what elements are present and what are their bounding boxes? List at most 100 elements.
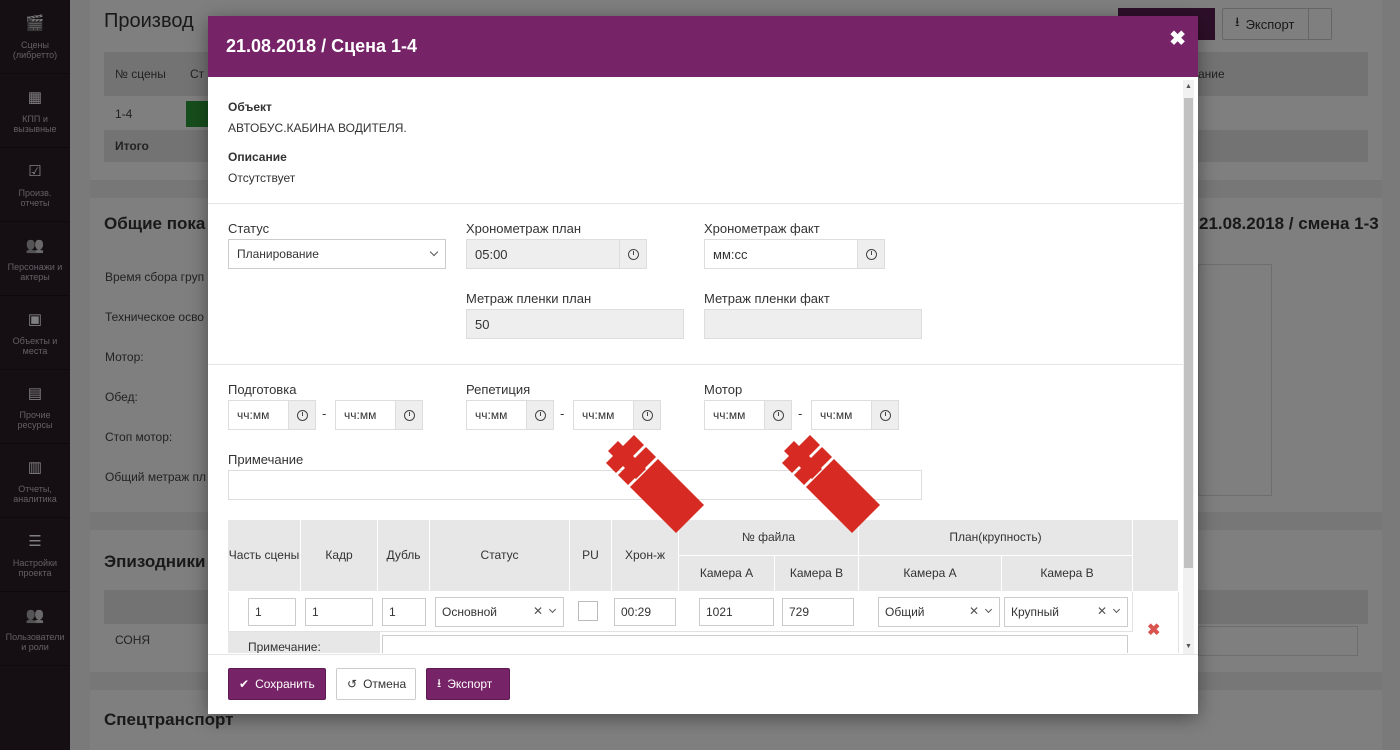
clock-icon[interactable] — [857, 240, 884, 268]
part-value: 1 — [255, 605, 262, 619]
time-placeholder: чч:мм — [713, 408, 746, 422]
timing-fact-label: Хронометраж факт — [704, 221, 820, 236]
film-fact-input[interactable] — [704, 309, 922, 339]
prep-end-input[interactable]: чч:мм — [335, 400, 423, 430]
row-note-label: Примечание: — [248, 640, 321, 653]
chevron-down-icon — [984, 605, 993, 614]
film-plan-value: 50 — [475, 316, 490, 332]
timing-fact-input[interactable]: мм:сс — [704, 239, 885, 269]
save-label: Сохранить — [255, 677, 315, 691]
object-label: Объект — [228, 100, 272, 114]
file-a-value: 1021 — [706, 605, 733, 619]
status-select[interactable]: Планирование — [228, 239, 446, 269]
export-label: Экспорт — [447, 677, 493, 691]
save-button[interactable]: ✔ Сохранить — [228, 668, 326, 700]
modal-header: 21.08.2018 / Сцена 1-4 ✖ — [208, 16, 1198, 77]
check-icon: ✔ — [239, 677, 250, 691]
th-plan-cam-a: Камера А — [859, 556, 1002, 592]
range-dash: - — [798, 406, 803, 421]
th-part: Часть сцены — [228, 520, 301, 592]
th-actions — [1133, 520, 1179, 592]
plan-b-value: Крупный — [1011, 605, 1059, 619]
timing-fact-placeholder: мм:сс — [713, 246, 748, 262]
th-take: Дубль — [378, 520, 430, 592]
chevron-down-icon — [429, 247, 439, 257]
clock-icon[interactable] — [871, 401, 898, 429]
time-placeholder: чч:мм — [582, 408, 615, 422]
undo-icon: ↺ — [347, 677, 358, 691]
scene-modal: 21.08.2018 / Сцена 1-4 ✖ Объект АВТОБУС.… — [208, 16, 1198, 714]
th-frame: Кадр — [301, 520, 378, 592]
scroll-up-icon[interactable]: ▲ — [1184, 82, 1193, 92]
file-b-value: 729 — [789, 605, 810, 619]
delete-row-icon[interactable]: ✖ — [1147, 620, 1160, 640]
chevron-down-icon — [548, 605, 557, 614]
clock-icon[interactable] — [395, 401, 422, 429]
th-file-cam-b: Камера В — [775, 556, 859, 592]
prep-label: Подготовка — [228, 382, 297, 397]
timing-plan-input[interactable]: 05:00 — [466, 239, 647, 269]
plan-b-select[interactable]: Крупный ✕ — [1004, 597, 1128, 627]
description-label: Описание — [228, 150, 287, 164]
download-icon: ⭳ — [437, 675, 442, 690]
part-input[interactable]: 1 — [248, 598, 296, 626]
row-status-select[interactable]: Основной ✕ — [435, 597, 564, 627]
motor-label: Мотор — [704, 382, 743, 397]
modal-scrollbar[interactable]: ▲ ▼ — [1183, 80, 1194, 654]
chron-input[interactable]: 00:29 — [614, 598, 676, 626]
frame-input[interactable]: 1 — [305, 598, 373, 626]
clear-icon[interactable]: ✕ — [969, 604, 979, 618]
clock-icon[interactable] — [764, 401, 791, 429]
th-file-cam-a: Камера А — [679, 556, 775, 592]
th-plan-size: План(крупность) — [859, 520, 1133, 556]
clock-icon[interactable] — [619, 240, 646, 268]
film-fact-label: Метраж пленки факт — [704, 291, 830, 306]
row-status-value: Основной — [442, 605, 498, 619]
plan-a-select[interactable]: Общий ✕ — [878, 597, 1000, 627]
modal-body: Объект АВТОБУС.КАБИНА ВОДИТЕЛЯ. Описание… — [208, 77, 1198, 653]
motor-start-input[interactable]: чч:мм — [704, 400, 792, 430]
time-placeholder: чч:мм — [237, 408, 270, 422]
timing-plan-value: 05:00 — [475, 246, 508, 262]
film-plan-input[interactable]: 50 — [466, 309, 684, 339]
scroll-thumb[interactable] — [1184, 98, 1193, 568]
arrow-annotation-chron — [606, 435, 704, 533]
rehearsal-end-input[interactable]: чч:мм — [573, 400, 661, 430]
object-value: АВТОБУС.КАБИНА ВОДИТЕЛЯ. — [228, 121, 407, 135]
time-placeholder: чч:мм — [344, 408, 377, 422]
clock-icon[interactable] — [526, 401, 553, 429]
prep-start-input[interactable]: чч:мм — [228, 400, 316, 430]
clock-icon[interactable] — [633, 401, 660, 429]
status-value: Планирование — [237, 247, 319, 261]
chevron-down-icon — [1112, 605, 1121, 614]
plan-a-value: Общий — [885, 605, 925, 619]
clear-icon[interactable]: ✕ — [1097, 604, 1107, 618]
cancel-button[interactable]: ↺ Отмена — [336, 668, 416, 700]
motor-end-input[interactable]: чч:мм — [811, 400, 899, 430]
modal-title: 21.08.2018 / Сцена 1-4 — [226, 36, 418, 56]
rehearsal-label: Репетиция — [466, 382, 531, 397]
frame-value: 1 — [312, 605, 319, 619]
pu-checkbox[interactable] — [578, 601, 598, 621]
modal-footer: ✔ Сохранить ↺ Отмена ⭳ Экспорт — [208, 654, 1198, 714]
th-plan-cam-b: Камера В — [1002, 556, 1133, 592]
status-label: Статус — [228, 221, 270, 236]
cancel-label: Отмена — [363, 677, 407, 691]
clear-icon[interactable]: ✕ — [533, 604, 543, 618]
timing-plan-label: Хронометраж план — [466, 221, 582, 236]
take-value: 1 — [389, 605, 396, 619]
clock-icon[interactable] — [288, 401, 315, 429]
close-icon[interactable]: ✖ — [1169, 26, 1186, 51]
scroll-down-icon[interactable]: ▼ — [1184, 642, 1193, 652]
rehearsal-start-input[interactable]: чч:мм — [466, 400, 554, 430]
chron-value: 00:29 — [621, 605, 652, 619]
th-status: Статус — [430, 520, 570, 592]
export-button[interactable]: ⭳ Экспорт — [426, 668, 510, 700]
row-note-input[interactable] — [382, 635, 1128, 653]
arrow-annotation-plan — [782, 435, 880, 533]
time-placeholder: чч:мм — [475, 408, 508, 422]
note-label: Примечание — [228, 452, 304, 467]
file-a-input[interactable]: 1021 — [699, 598, 774, 626]
take-input[interactable]: 1 — [382, 598, 426, 626]
file-b-input[interactable]: 729 — [782, 598, 854, 626]
